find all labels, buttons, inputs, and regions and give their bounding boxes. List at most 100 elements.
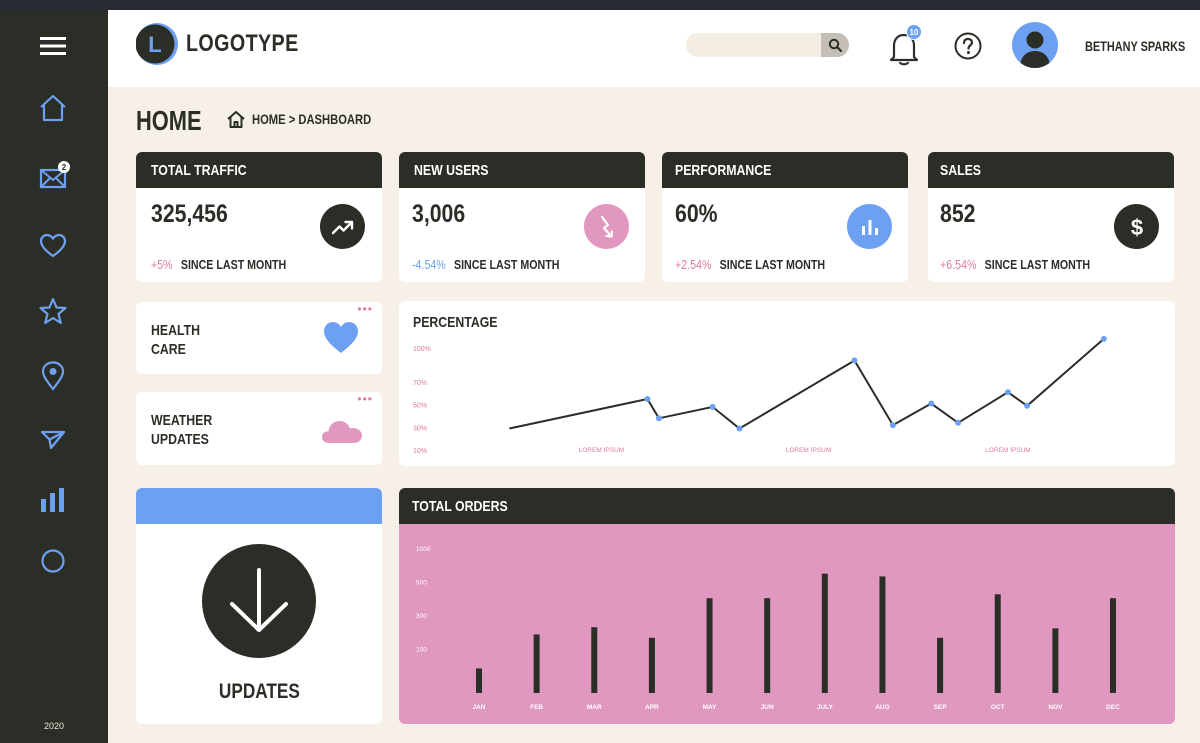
sidebar-item-send[interactable] xyxy=(34,421,72,459)
search-input[interactable] xyxy=(696,33,816,57)
stat-title: SALES xyxy=(940,161,982,179)
bar xyxy=(1052,628,1059,693)
bar xyxy=(879,576,886,693)
page-title: HOME xyxy=(136,105,202,136)
x-tick-label: APR xyxy=(645,704,659,711)
stat-card-total-traffic[interactable]: TOTAL TRAFFIC 325,456 +5% SINCE LAST MON… xyxy=(136,152,382,282)
search-bar xyxy=(686,33,849,57)
heart-icon xyxy=(39,233,67,258)
x-tick-label: JAN xyxy=(472,704,485,711)
notifications-button[interactable]: 10 xyxy=(888,24,922,67)
cloud-icon xyxy=(322,421,362,443)
updates-label-text: UPDATES xyxy=(218,680,300,703)
widget-health-care[interactable]: HEALTH CARE ••• xyxy=(136,302,382,374)
stat-header: PERFORMANCE xyxy=(662,152,908,188)
avatar[interactable] xyxy=(1012,22,1058,68)
stat-change: -4.54% xyxy=(412,257,446,272)
percentage-line-chart: 100% 70% 50% 30% 10% LOREM IPSUM LOREM IPSUM LO… xyxy=(413,335,1107,455)
sidebar-item-favorites[interactable] xyxy=(34,227,72,265)
mail-badge: 2 xyxy=(58,161,70,173)
updates-card[interactable]: UPDATES xyxy=(136,488,382,724)
copyright-year: 2020 xyxy=(43,721,65,731)
stat-footer: -4.54% SINCE LAST MONTH xyxy=(412,257,559,272)
widget-weather-updates[interactable]: WEATHER UPDATES ••• xyxy=(136,392,382,465)
stat-title: TOTAL TRAFFIC xyxy=(151,161,247,179)
stat-card-new-users[interactable]: NEW USERS 3,006 -4.54% SINCE LAST MONTH xyxy=(399,152,645,282)
user-avatar-icon xyxy=(1020,31,1050,68)
x-tick-label: SEP xyxy=(934,704,948,711)
stat-header: TOTAL TRAFFIC xyxy=(136,152,382,188)
bar xyxy=(764,598,771,693)
send-icon xyxy=(40,430,66,450)
stat-footer: +5% SINCE LAST MONTH xyxy=(151,257,286,272)
sidebar-item-home[interactable] xyxy=(34,89,72,127)
home-icon xyxy=(227,110,245,128)
data-point xyxy=(644,396,651,402)
star-icon xyxy=(39,297,67,325)
y-tick-label: 500 xyxy=(416,579,427,586)
sidebar-item-starred[interactable] xyxy=(34,292,72,330)
svg-text:$: $ xyxy=(1130,215,1142,240)
bar xyxy=(591,627,598,693)
sidebar-item-analytics[interactable] xyxy=(34,481,72,519)
more-options-icon[interactable]: ••• xyxy=(357,393,373,405)
sidebar-item-circle[interactable] xyxy=(34,542,72,580)
stat-header: SALES xyxy=(928,152,1174,188)
search-button[interactable] xyxy=(821,33,849,57)
data-point xyxy=(889,422,896,429)
total-orders-chart-card: TOTAL ORDERS 1000 500 300 100 JAN FEB MAR APR MA… xyxy=(399,488,1175,724)
y-tick-label: 70% xyxy=(413,380,427,387)
data-point xyxy=(851,357,858,364)
breadcrumb[interactable]: HOME > DASHBOARD xyxy=(226,108,401,130)
logo-text: LOGOTYPE xyxy=(186,30,299,57)
widget-label-line: WEATHER xyxy=(151,412,213,429)
window-top-strip xyxy=(0,0,1200,10)
top-header: L LOGOTYPE 10 BETHANY SPARKS xyxy=(108,10,1200,87)
widget-label-line: UPDATES xyxy=(151,431,209,448)
bar-chart-icon xyxy=(41,488,64,512)
updates-label: UPDATES xyxy=(136,680,382,704)
x-tick-label: NOV xyxy=(1048,704,1063,711)
menu-button[interactable] xyxy=(34,27,72,65)
sidebar-item-location[interactable] xyxy=(34,357,72,395)
help-button[interactable] xyxy=(954,32,982,60)
stat-card-performance[interactable]: PERFORMANCE 60% +2.54% SINCE LAST MONTH xyxy=(662,152,908,282)
logo-icon[interactable]: L xyxy=(135,23,178,65)
stat-card-sales[interactable]: SALES 852 $ +6.54% SINCE LAST MONTH xyxy=(928,152,1174,282)
stat-icon-bg xyxy=(320,204,365,249)
widget-label-line: CARE xyxy=(151,341,186,358)
heart-icon xyxy=(324,322,358,353)
bar-chart-icon xyxy=(861,219,878,235)
arrow-down-icon xyxy=(230,568,288,632)
stat-since: SINCE LAST MONTH xyxy=(719,257,826,272)
data-point xyxy=(709,403,716,410)
stat-icon-bg: $ xyxy=(1114,204,1159,249)
more-options-icon[interactable]: ••• xyxy=(357,303,373,315)
y-tick-label: 100% xyxy=(413,346,431,353)
bar xyxy=(706,598,713,693)
stat-change: +5% xyxy=(151,257,173,272)
stat-footer: +2.54% SINCE LAST MONTH xyxy=(675,257,825,272)
percentage-series-line xyxy=(509,338,1105,430)
menu-icon xyxy=(40,37,66,55)
search-icon xyxy=(828,38,842,52)
bar xyxy=(937,637,944,693)
total-orders-bar-chart: 1000 500 300 100 JAN FEB MAR APR MAY JUN JULY AUG SE… xyxy=(416,546,1120,711)
breadcrumb-text: HOME > DASHBOARD xyxy=(252,111,372,127)
data-point xyxy=(928,400,935,407)
notification-badge: 10 xyxy=(906,24,922,40)
stat-since: SINCE LAST MONTH xyxy=(453,257,560,272)
updates-download-button[interactable] xyxy=(202,544,316,658)
stat-change: +2.54% xyxy=(675,257,712,272)
stat-value: 852 xyxy=(940,200,976,228)
home-icon xyxy=(40,94,66,122)
x-tick-label: JUN xyxy=(761,704,774,711)
stat-icon-bg xyxy=(584,204,629,249)
stat-title: PERFORMANCE xyxy=(675,161,772,179)
stat-value: 3,006 xyxy=(412,200,466,228)
y-tick-label: 30% xyxy=(413,425,427,432)
x-tick-label: FEB xyxy=(530,704,543,711)
sidebar-item-mail[interactable]: 2 xyxy=(34,159,72,197)
user-name[interactable]: BETHANY SPARKS xyxy=(1085,38,1185,54)
sidebar: 2 2020 xyxy=(0,10,108,743)
